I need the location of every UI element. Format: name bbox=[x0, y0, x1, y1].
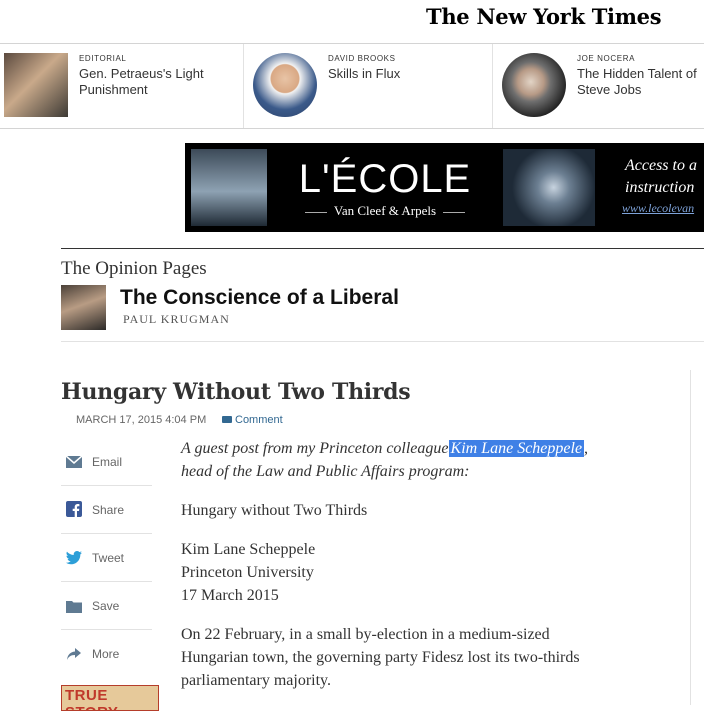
folder-icon bbox=[66, 601, 82, 613]
author-name: Kim Lane Scheppele bbox=[181, 541, 316, 558]
share-arrow-icon bbox=[67, 648, 81, 660]
intro-text: head of the Law and Public Affairs progr… bbox=[181, 463, 470, 480]
ribbon-kicker: JOE NOCERA bbox=[577, 54, 636, 63]
book-promo-label: TRUE STORY bbox=[65, 687, 118, 710]
share-label: Tweet bbox=[92, 551, 125, 565]
paragraph-line: On 22 February, in a small by-election i… bbox=[181, 626, 550, 643]
ad-brand: L'ÉCOLE bbox=[298, 157, 472, 201]
ad-divider bbox=[443, 212, 465, 213]
article-paragraph: On 22 February, in a small by-election i… bbox=[181, 623, 681, 692]
ribbon-title[interactable]: The Hidden Talent of Steve Jobs bbox=[577, 66, 704, 98]
blog-author: PAUL KRUGMAN bbox=[123, 312, 230, 326]
ribbon-title[interactable]: Gen. Petraeus's Light Punishment bbox=[79, 66, 229, 98]
ribbon-item-editorial[interactable]: EDITORIAL Gen. Petraeus's Light Punishme… bbox=[0, 44, 243, 128]
facebook-icon bbox=[66, 501, 82, 517]
ad-cta-line: instruction bbox=[625, 179, 695, 196]
share-twitter[interactable]: Tweet bbox=[61, 533, 152, 582]
ad-cta-line: Access to a bbox=[625, 157, 697, 174]
article-subtitle: Hungary without Two Thirds bbox=[181, 502, 368, 519]
ribbon-kicker: EDITORIAL bbox=[79, 54, 127, 63]
paragraph-line: Hungarian town, the governing party Fide… bbox=[181, 649, 580, 666]
share-more[interactable]: More bbox=[61, 629, 152, 677]
author-link-selected[interactable]: Kim Lane Scheppele bbox=[448, 440, 585, 457]
share-facebook[interactable]: Share bbox=[61, 485, 152, 534]
nyt-logo[interactable]: The New York Times bbox=[426, 4, 662, 29]
ribbon-kicker: DAVID BROOKS bbox=[328, 54, 396, 63]
share-label: Email bbox=[92, 455, 123, 469]
article-headline: Hungary Without Two Thirds bbox=[61, 379, 411, 405]
share-label: More bbox=[92, 647, 120, 661]
share-label: Share bbox=[92, 503, 125, 517]
blog-title[interactable]: The Conscience of a Liberal bbox=[120, 286, 399, 310]
petraeus-thumbnail bbox=[4, 53, 68, 117]
ad-photo-column bbox=[191, 149, 267, 226]
header-divider bbox=[61, 341, 704, 342]
ad-url[interactable]: www.lecolevan bbox=[622, 201, 694, 216]
section-name[interactable]: The Opinion Pages bbox=[61, 258, 207, 280]
ad-cta: Access to a instruction bbox=[625, 155, 697, 199]
author-block: Kim Lane Scheppele Princeton University … bbox=[181, 538, 681, 607]
book-promo[interactable]: TRUE STORY bbox=[61, 685, 159, 711]
comment-link[interactable]: Comment bbox=[235, 414, 283, 426]
envelope-icon bbox=[66, 455, 82, 468]
ad-subbrand: Van Cleef & Arpels bbox=[333, 203, 437, 218]
article-dateline: MARCH 17, 2015 4:04 PM bbox=[76, 414, 207, 426]
share-label: Save bbox=[92, 599, 120, 613]
paragraph-line: parliamentary majority. bbox=[181, 672, 332, 689]
ribbon-item-nocera[interactable]: JOE NOCERA The Hidden Talent of Steve Jo… bbox=[493, 44, 704, 128]
intro-text: A guest post from my Princeton colleague bbox=[181, 440, 449, 457]
opinion-ribbon: EDITORIAL Gen. Petraeus's Light Punishme… bbox=[0, 43, 704, 129]
comment-icon[interactable] bbox=[222, 416, 232, 423]
ribbon-item-brooks[interactable]: DAVID BROOKS Skills in Flux bbox=[244, 44, 492, 128]
author-affiliation: Princeton University bbox=[181, 564, 314, 581]
ad-photo-jewel bbox=[503, 149, 595, 226]
nocera-avatar bbox=[502, 53, 566, 117]
share-email[interactable]: Email bbox=[61, 437, 152, 486]
intro-text: , bbox=[584, 440, 589, 457]
brooks-avatar bbox=[253, 53, 317, 117]
ribbon-title[interactable]: Skills in Flux bbox=[328, 66, 478, 82]
share-save[interactable]: Save bbox=[61, 581, 152, 630]
krugman-thumbnail bbox=[61, 285, 106, 330]
intro-paragraph: A guest post from my Princeton colleague… bbox=[181, 437, 681, 483]
section-rule bbox=[61, 248, 704, 249]
twitter-icon bbox=[66, 551, 82, 565]
column-divider bbox=[690, 370, 691, 705]
author-date: 17 March 2015 bbox=[181, 587, 279, 604]
advertisement-banner[interactable]: L'ÉCOLE Van Cleef & Arpels Access to a in… bbox=[185, 143, 704, 232]
